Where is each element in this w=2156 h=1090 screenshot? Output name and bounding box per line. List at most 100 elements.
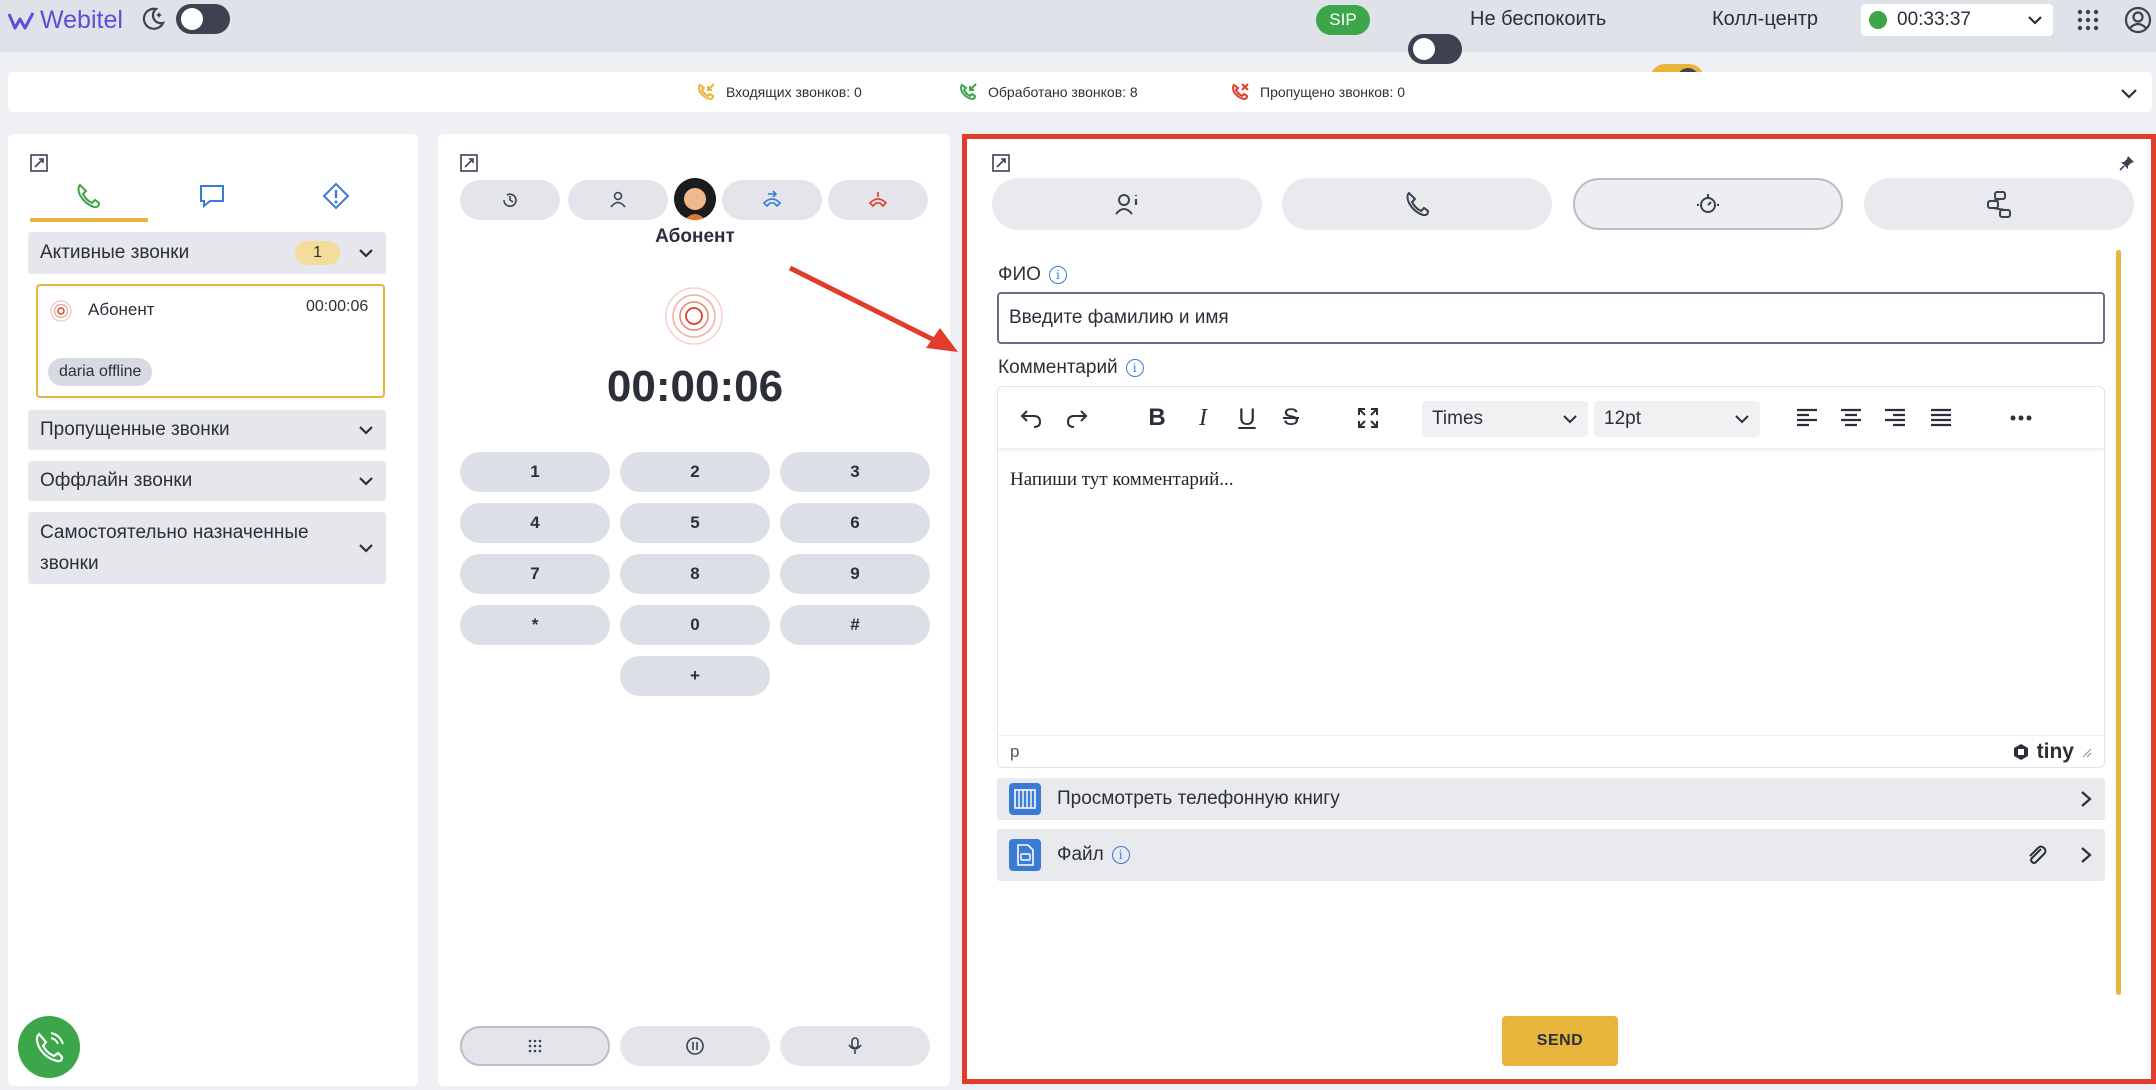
collapse-panel-icon[interactable] xyxy=(30,154,48,172)
comment-editor[interactable]: B I U S Times 12pt Напиши тут комментари… xyxy=(997,386,2105,768)
keypad-key-0[interactable]: 0 xyxy=(620,605,770,645)
fullscreen-button[interactable] xyxy=(1353,403,1383,433)
element-path: p xyxy=(1010,741,1020,761)
attachment-icon[interactable] xyxy=(2023,842,2049,868)
file-row[interactable]: Файл i xyxy=(997,829,2105,881)
form-scrollbar[interactable] xyxy=(2116,250,2121,995)
resize-handle-icon[interactable] xyxy=(2080,746,2092,758)
chevron-right-icon[interactable] xyxy=(2079,846,2093,864)
theme-moon-icon[interactable] xyxy=(138,4,168,34)
comment-label-text: Комментарий xyxy=(998,357,1118,378)
offline-calls-section[interactable]: Оффлайн звонки xyxy=(28,461,386,501)
keypad-key-4[interactable]: 4 xyxy=(460,503,610,543)
pin-icon[interactable] xyxy=(2118,154,2136,172)
keypad-key-7[interactable]: 7 xyxy=(460,554,610,594)
collapse-panel-icon[interactable] xyxy=(460,154,478,172)
handled-calls-stat: Обработано звонков: 8 xyxy=(958,72,1138,112)
self-assigned-calls-section[interactable]: Самостоятельно назначенные звонки xyxy=(28,512,386,584)
keypad-key-3[interactable]: 3 xyxy=(780,452,930,492)
active-call-card[interactable]: Абонент 00:00:06 daria offline xyxy=(36,284,385,398)
client-info-icon xyxy=(1115,194,1138,215)
tab-call-details[interactable] xyxy=(1282,178,1552,230)
session-timer: 00:33:37 xyxy=(1897,9,1971,30)
missed-calls-title: Пропущенные звонки xyxy=(40,419,230,440)
mute-button[interactable] xyxy=(780,1026,930,1066)
ringing-indicator-icon xyxy=(664,286,724,346)
call-timer: 00:00:06 xyxy=(606,362,784,411)
fio-input[interactable]: Введите фамилию и имя xyxy=(997,292,2105,344)
more-options-button[interactable] xyxy=(2006,403,2036,433)
hangup-button[interactable] xyxy=(828,180,928,220)
undo-button[interactable] xyxy=(1016,403,1046,433)
contact-button[interactable] xyxy=(568,180,668,220)
keypad-key-star[interactable]: * xyxy=(460,605,610,645)
incoming-calls-stat: Входящих звонков: 0 xyxy=(696,72,862,112)
keypad-key-1[interactable]: 1 xyxy=(460,452,610,492)
collapse-panel-icon[interactable] xyxy=(992,154,1010,172)
agent-status-select[interactable]: 00:33:37 xyxy=(1861,4,2053,36)
keypad-key-2[interactable]: 2 xyxy=(620,452,770,492)
send-button[interactable]: SEND xyxy=(1502,1016,1618,1066)
tab-client-info[interactable] xyxy=(992,178,1262,230)
tab-calls[interactable] xyxy=(74,182,102,210)
keypad-key-hash[interactable]: # xyxy=(780,605,930,645)
redo-icon xyxy=(1066,410,1088,428)
tab-alerts[interactable] xyxy=(322,182,350,210)
phone-icon xyxy=(77,183,101,209)
tab-post-processing[interactable] xyxy=(1573,178,1843,230)
chevron-down-icon xyxy=(2028,16,2042,25)
hold-button[interactable] xyxy=(620,1026,770,1066)
keypad-key-5[interactable]: 5 xyxy=(620,503,770,543)
new-call-fab[interactable] xyxy=(18,1016,80,1078)
keypad-key-9[interactable]: 9 xyxy=(780,554,930,594)
keypad-key-8[interactable]: 8 xyxy=(620,554,770,594)
keypad-key-6[interactable]: 6 xyxy=(780,503,930,543)
person-icon xyxy=(610,191,626,208)
theme-toggle[interactable] xyxy=(176,4,230,34)
info-icon[interactable]: i xyxy=(1111,846,1130,864)
font-family-select[interactable]: Times xyxy=(1422,401,1588,437)
tab-chats[interactable] xyxy=(198,182,226,210)
phonebook-row[interactable]: Просмотреть телефонную книгу xyxy=(997,778,2105,820)
info-icon[interactable]: i xyxy=(1048,266,1067,284)
editor-content[interactable]: Напиши тут комментарий... xyxy=(1010,469,1234,491)
align-left-button[interactable] xyxy=(1792,403,1822,433)
font-size-select[interactable]: 12pt xyxy=(1594,401,1760,437)
file-label: Файл xyxy=(1057,844,1104,865)
italic-button[interactable]: I xyxy=(1188,403,1218,433)
justify-button[interactable] xyxy=(1926,403,1956,433)
keypad-key-plus[interactable]: + xyxy=(620,656,770,696)
dnd-toggle[interactable] xyxy=(1408,34,1462,64)
align-center-button[interactable] xyxy=(1836,403,1866,433)
microphone-icon xyxy=(848,1037,862,1054)
self-assigned-title-line-2: звонки xyxy=(40,553,99,574)
transfer-call-button[interactable] xyxy=(722,180,822,220)
editor-statusbar: p tiny xyxy=(998,735,2104,767)
pause-icon xyxy=(686,1037,704,1055)
underline-button[interactable]: U xyxy=(1232,403,1262,433)
tab-flow[interactable] xyxy=(1864,178,2134,230)
chevron-down-icon[interactable] xyxy=(2120,84,2138,102)
align-right-button[interactable] xyxy=(1880,403,1910,433)
call-stats-bar: Входящих звонков: 0 Обработано звонков: … xyxy=(8,72,2152,112)
missed-call-icon xyxy=(1232,83,1249,101)
more-horizontal-icon xyxy=(2010,415,2032,421)
apps-grid-icon[interactable] xyxy=(2076,8,2100,32)
chevron-down-icon xyxy=(359,477,373,486)
align-right-icon xyxy=(1885,408,1905,427)
file-icon xyxy=(1009,839,1041,871)
user-account-icon[interactable] xyxy=(2124,6,2152,34)
call-history-button[interactable] xyxy=(460,180,560,220)
bold-button[interactable]: B xyxy=(1142,403,1172,433)
warning-diamond-icon xyxy=(322,182,350,210)
chevron-right-icon xyxy=(2081,791,2092,807)
calls-list-panel xyxy=(8,134,418,1086)
strikethrough-button[interactable]: S xyxy=(1276,403,1306,433)
missed-calls-section[interactable]: Пропущенные звонки xyxy=(28,410,386,450)
keypad-toggle-button[interactable] xyxy=(460,1026,610,1066)
chevron-down-icon xyxy=(359,249,373,258)
info-icon[interactable]: i xyxy=(1125,359,1144,377)
tiny-logo-icon xyxy=(2013,743,2028,760)
redo-button[interactable] xyxy=(1062,403,1092,433)
active-calls-header[interactable]: Активные звонки 1 xyxy=(28,232,386,274)
